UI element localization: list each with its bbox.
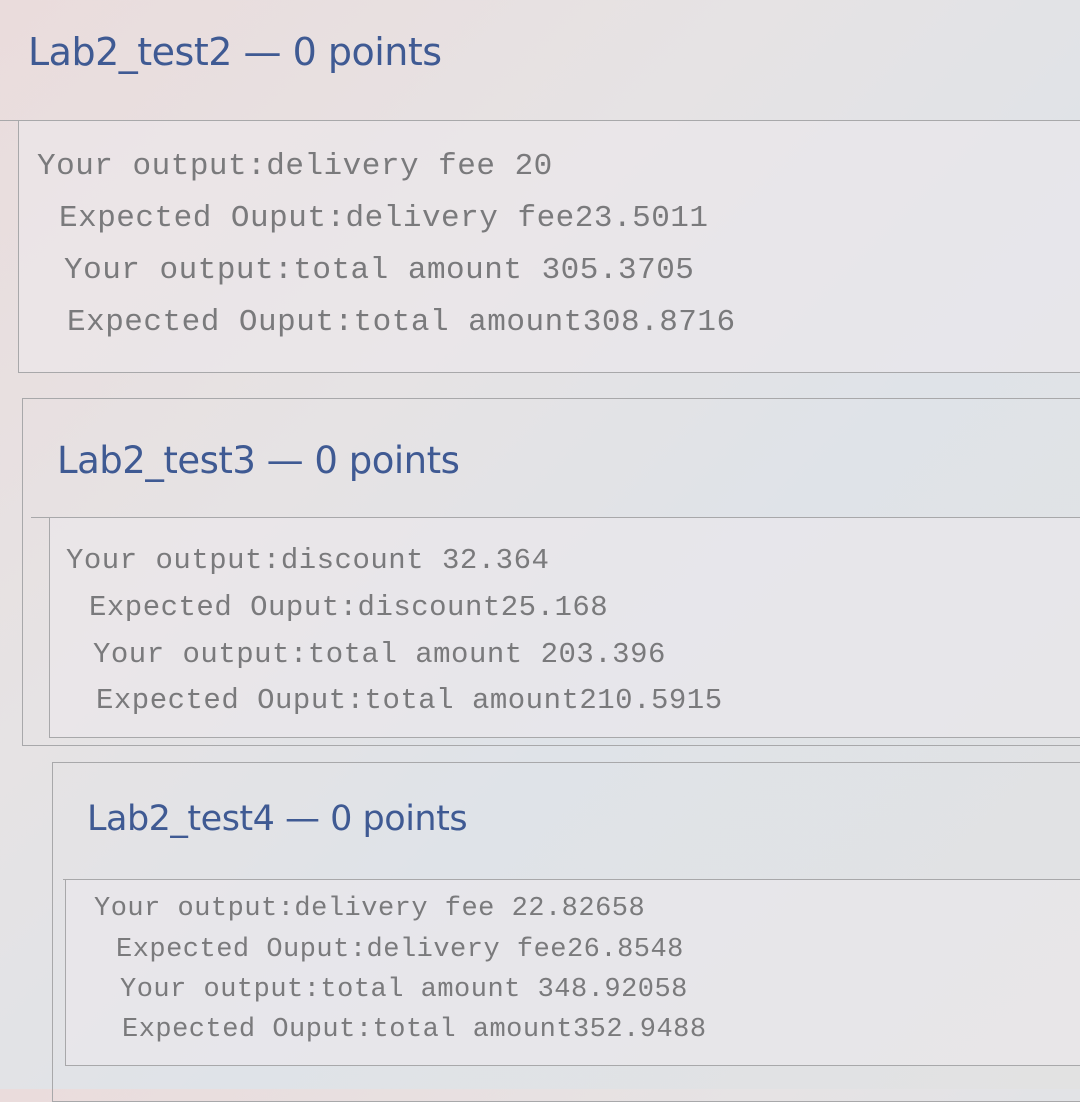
output-line: Expected Ouput:total amount352.9488 — [122, 1015, 707, 1045]
output-line: Your output:total amount 348.92058 — [120, 975, 688, 1005]
test-result-lab2-test3: Lab2_test3 — 0 points Your output:discou… — [22, 398, 1080, 746]
output-line: Expected Ouput:total amount210.5915 — [96, 684, 723, 717]
output-line: Your output:delivery fee 22.82658 — [94, 894, 646, 924]
test-title: Lab2_test2 — 0 points — [28, 30, 442, 74]
test-result-lab2-test4: Lab2_test4 — 0 points Your output:delive… — [52, 762, 1080, 1102]
output-line: Expected Ouput:discount25.168 — [89, 591, 609, 624]
output-line: Your output:total amount 305.3705 — [64, 253, 695, 288]
test-output-box: Your output:delivery fee 20 Expected Oup… — [18, 121, 1080, 373]
output-line: Your output:total amount 203.396 — [93, 638, 666, 671]
test-output-box: Your output:delivery fee 22.82658 Expect… — [65, 880, 1080, 1066]
output-line: Your output:delivery fee 20 — [37, 149, 553, 184]
output-line: Your output:discount 32.364 — [66, 544, 550, 577]
test-result-lab2-test2: Lab2_test2 — 0 points Your output:delive… — [0, 0, 1080, 380]
test-title: Lab2_test4 — 0 points — [87, 799, 468, 839]
output-line: Expected Ouput:delivery fee23.5011 — [59, 201, 709, 236]
output-line: Expected Ouput:total amount308.8716 — [67, 305, 736, 340]
test-output-box: Your output:discount 32.364 Expected Oup… — [49, 518, 1080, 738]
test-title: Lab2_test3 — 0 points — [57, 439, 460, 482]
output-line: Expected Ouput:delivery fee26.8548 — [116, 935, 684, 965]
